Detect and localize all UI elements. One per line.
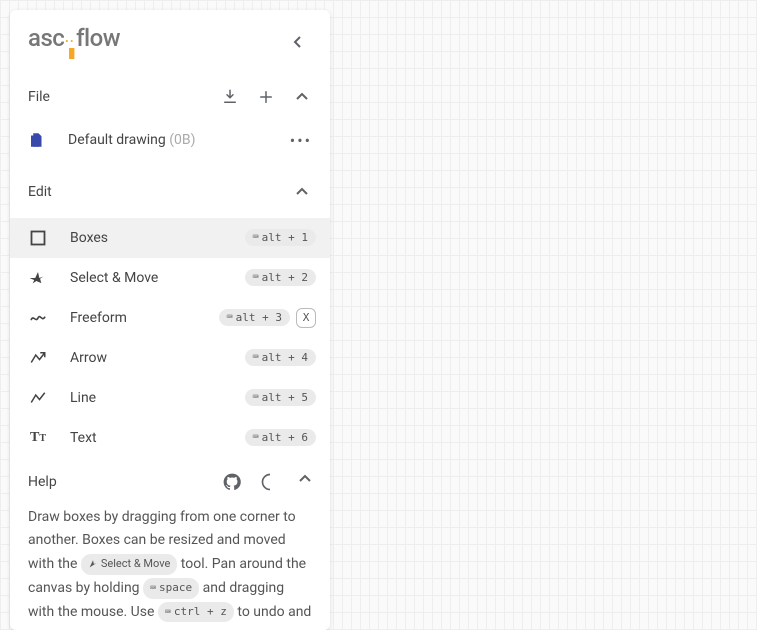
keyboard-icon: ⌨ xyxy=(253,352,259,363)
help-section-label: Help xyxy=(28,474,57,490)
tool-line-shortcut: ⌨alt + 5 xyxy=(245,389,316,406)
keyboard-icon: ⌨ xyxy=(253,432,259,443)
tool-boxes-shortcut: ⌨alt + 1 xyxy=(245,229,316,246)
freeform-icon xyxy=(28,308,48,328)
tool-arrow[interactable]: Arrow ⌨alt + 4 xyxy=(10,338,330,378)
tool-text-label: Text xyxy=(70,430,97,446)
tool-boxes-label: Boxes xyxy=(70,230,108,246)
logo: asc ••ıı flow xyxy=(28,24,120,61)
arrow-icon xyxy=(28,348,48,368)
help-section-header[interactable]: Help xyxy=(10,458,330,506)
help-chip-select: Select & Move xyxy=(81,554,177,575)
file-size: (0B) xyxy=(169,132,195,148)
file-chevron-up-icon[interactable] xyxy=(292,87,312,107)
tool-freeform-shortcut: ⌨alt + 3 xyxy=(219,309,290,326)
logo-pre: asc xyxy=(28,24,64,52)
help-text: Draw boxes by dragging from one corner t… xyxy=(10,506,330,625)
tool-select[interactable]: Select & Move ⌨alt + 2 xyxy=(10,258,330,298)
file-section-header[interactable]: File xyxy=(10,71,330,123)
file-icon xyxy=(28,131,46,149)
keyboard-icon: ⌨ xyxy=(253,272,259,283)
help-chip-space: ⌨ space xyxy=(143,578,199,599)
keyboard-icon: ⌨ xyxy=(227,312,233,323)
edit-section-header[interactable]: Edit xyxy=(10,166,330,218)
tool-arrow-shortcut: ⌨alt + 4 xyxy=(245,349,316,366)
keyboard-icon: ⌨ xyxy=(253,392,259,403)
file-more-icon[interactable]: ••• xyxy=(290,131,312,150)
tool-line-label: Line xyxy=(70,390,96,406)
line-icon xyxy=(28,388,48,408)
download-icon[interactable] xyxy=(220,87,240,107)
tool-arrow-label: Arrow xyxy=(70,350,107,366)
edit-section-label: Edit xyxy=(28,184,52,200)
dark-mode-icon[interactable] xyxy=(260,472,280,492)
keyboard-icon: ⌨ xyxy=(150,580,156,597)
keyboard-icon: ⌨ xyxy=(165,604,171,621)
tool-boxes[interactable]: Boxes ⌨alt + 1 xyxy=(10,218,330,258)
file-name-text: Default drawing xyxy=(68,132,166,148)
keyboard-icon: ⌨ xyxy=(253,232,259,243)
file-name: Default drawing (0B) xyxy=(68,132,196,148)
add-icon[interactable] xyxy=(256,87,276,107)
tool-freeform-char[interactable]: X xyxy=(296,308,316,328)
tool-select-label: Select & Move xyxy=(70,270,158,286)
tool-text-shortcut: ⌨alt + 6 xyxy=(245,429,316,446)
logo-post: flow xyxy=(76,24,120,52)
tool-text[interactable]: TT Text ⌨alt + 6 xyxy=(10,418,330,458)
tool-list: Boxes ⌨alt + 1 Select & Move ⌨alt + 2 Fr… xyxy=(10,218,330,458)
help-chevron-up-icon[interactable] xyxy=(298,472,312,492)
tool-freeform-label: Freeform xyxy=(70,310,127,326)
file-section-label: File xyxy=(28,89,50,105)
tool-freeform[interactable]: Freeform ⌨alt + 3 X xyxy=(10,298,330,338)
file-entry[interactable]: Default drawing (0B) ••• xyxy=(10,123,330,166)
tool-line[interactable]: Line ⌨alt + 5 xyxy=(10,378,330,418)
box-icon xyxy=(28,228,48,248)
sidebar-panel: asc ••ıı flow File Def xyxy=(10,10,330,630)
github-icon[interactable] xyxy=(222,472,242,492)
collapse-sidebar-button[interactable] xyxy=(282,26,314,58)
edit-chevron-up-icon[interactable] xyxy=(292,182,312,202)
tool-select-shortcut: ⌨alt + 2 xyxy=(245,269,316,286)
help-text-p4: to undo and xyxy=(237,604,311,620)
text-icon: TT xyxy=(28,428,48,448)
help-chip-undo: ⌨ ctrl + z xyxy=(158,602,234,623)
cursor-icon xyxy=(28,268,48,288)
logo-ii-icon: ••ıı xyxy=(65,39,75,59)
